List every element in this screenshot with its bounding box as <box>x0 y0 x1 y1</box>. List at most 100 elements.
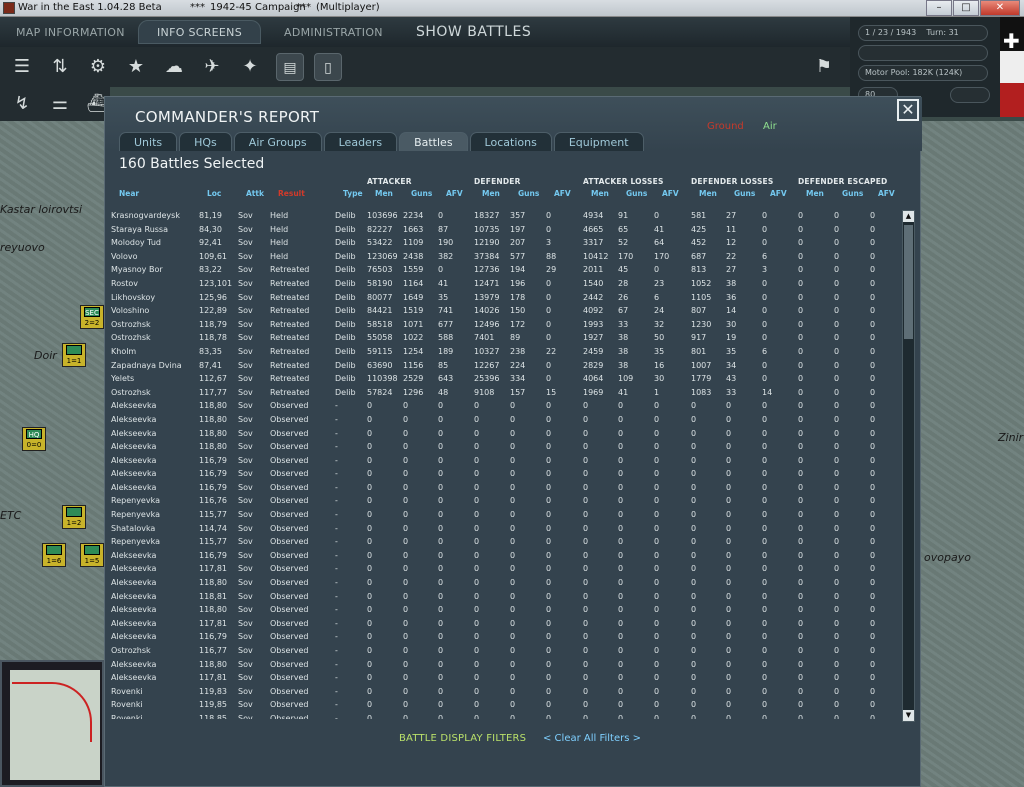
cell-near[interactable]: Ostrozhsk <box>111 388 151 397</box>
maximize-button[interactable]: □ <box>953 0 979 16</box>
column-header-loc[interactable]: Loc <box>207 189 221 198</box>
table-row[interactable]: Ostrozhsk 118,78 Sov Retreated Delib 55058 102… <box>105 331 900 345</box>
ground-toggle[interactable]: Ground <box>707 121 744 132</box>
map-unit-counter[interactable]: 1=1 <box>62 343 86 367</box>
table-row[interactable]: Myasnoy Bor 83,22 Sov Retreated Delib 76503 15… <box>105 263 900 277</box>
cell-near[interactable]: Yelets <box>111 374 134 383</box>
table-row[interactable]: Repenyevka 115,77 Sov Observed - 0 0 0 0 0 0 0 0 0 0 0 0… <box>105 508 900 522</box>
table-row[interactable]: Alekseevka 117,81 Sov Observed - 0 0 0 0 0 0 0 0 0 0 0 0… <box>105 671 900 685</box>
table-row[interactable]: Repenyevka 116,76 Sov Observed - 0 0 0 0 0 0 0 0 0 0 0 0… <box>105 494 900 508</box>
cell-near[interactable]: Rovenki <box>111 714 143 719</box>
sliders-icon[interactable]: ⇅ <box>46 53 74 81</box>
cell-near[interactable]: Alekseevka <box>111 401 156 410</box>
cell-near[interactable]: Ostrozhsk <box>111 646 151 655</box>
cell-near[interactable]: Alekseevka <box>111 442 156 451</box>
table-row[interactable]: Kholm 83,35 Sov Retreated Delib 59115 1254 189 1… <box>105 345 900 359</box>
table-row[interactable]: Repenyevka 115,77 Sov Observed - 0 0 0 0 0 0 0 0 0 0 0 0… <box>105 535 900 549</box>
table-row[interactable]: Alekseevka 116,79 Sov Observed - 0 0 0 0 0 0 0 0 0 0 0 0… <box>105 467 900 481</box>
cell-near[interactable]: Volovo <box>111 252 138 261</box>
cell-near[interactable]: Voloshino <box>111 306 149 315</box>
mini-map[interactable] <box>0 660 104 787</box>
cell-near[interactable]: Alekseevka <box>111 415 156 424</box>
table-row[interactable]: Alekseevka 118,81 Sov Observed - 0 0 0 0 0 0 0 0 0 0 0 0… <box>105 590 900 604</box>
route-icon[interactable]: ↯ <box>8 90 36 118</box>
tab-hqs[interactable]: HQs <box>179 132 232 151</box>
cell-near[interactable]: Alekseevka <box>111 551 156 560</box>
table-row[interactable]: Alekseevka 118,80 Sov Observed - 0 0 0 0 0 0 0 0 0 0 0 0… <box>105 440 900 454</box>
table-row[interactable]: Alekseevka 116,79 Sov Observed - 0 0 0 0 0 0 0 0 0 0 0 0… <box>105 630 900 644</box>
aircraft-icon[interactable]: ✈ <box>198 53 226 81</box>
table-row[interactable]: Rovenki 119,83 Sov Observed - 0 0 0 0 0 0 0 0 0 0 0 0 0 0 0 <box>105 685 900 699</box>
cell-near[interactable]: Kholm <box>111 347 136 356</box>
cell-near[interactable]: Myasnoy Bor <box>111 265 163 274</box>
cell-near[interactable]: Rostov <box>111 279 138 288</box>
map-unit-counter[interactable]: SEC 2=2 <box>80 305 104 329</box>
flag-icon[interactable]: ⚑ <box>810 53 838 81</box>
table-row[interactable]: Alekseevka 117,81 Sov Observed - 0 0 0 0 0 0 0 0 0 0 0 0… <box>105 617 900 631</box>
clear-all-filters-button[interactable]: < Clear All Filters > <box>543 733 641 744</box>
cell-near[interactable]: Alekseevka <box>111 592 156 601</box>
table-row[interactable]: Alekseevka 118,80 Sov Observed - 0 0 0 0 0 0 0 0 0 0 0 0… <box>105 399 900 413</box>
dialog-close-button[interactable]: ✕ <box>897 99 919 121</box>
column-header-guns[interactable]: Guns <box>734 189 755 198</box>
table-row[interactable]: Likhovskoy 125,96 Sov Retreated Delib 80077 16… <box>105 291 900 305</box>
cell-near[interactable]: Zapadnaya Dvina <box>111 361 182 370</box>
table-row[interactable]: Alekseevka 118,80 Sov Observed - 0 0 0 0 0 0 0 0 0 0 0 0… <box>105 603 900 617</box>
cell-near[interactable]: Krasnogvardeysk <box>111 211 180 220</box>
tab-equipment[interactable]: Equipment <box>553 132 644 151</box>
column-header-guns[interactable]: Guns <box>411 189 432 198</box>
tab-map-information[interactable]: MAP INFORMATION <box>16 26 125 39</box>
table-row[interactable]: Ostrozhsk 118,79 Sov Retreated Delib 58518 107… <box>105 318 900 332</box>
cell-near[interactable]: Alekseevka <box>111 673 156 682</box>
cell-near[interactable]: Molodoy Tud <box>111 238 161 247</box>
table-row[interactable]: Volovo 109,61 Sov Held Delib 123069 2438 382 373… <box>105 250 900 264</box>
cell-near[interactable]: Rovenki <box>111 700 143 709</box>
column-header-near[interactable]: Near <box>119 189 139 198</box>
tab-locations[interactable]: Locations <box>469 132 552 151</box>
bomb-icon[interactable]: ✦ <box>236 53 264 81</box>
cell-near[interactable]: Alekseevka <box>111 605 156 614</box>
close-window-button[interactable]: ✕ <box>980 0 1020 16</box>
cell-near[interactable]: Staraya Russa <box>111 225 168 234</box>
document-icon[interactable]: ▯ <box>314 53 342 81</box>
table-row[interactable]: Shatalovka 114,74 Sov Observed - 0 0 0 0 0 0 0 0 0 0 0 0… <box>105 522 900 536</box>
column-header-men[interactable]: Men <box>482 189 500 198</box>
cell-near[interactable]: Alekseevka <box>111 483 156 492</box>
table-scrollbar[interactable]: ▲ ▼ <box>902 210 915 722</box>
column-header-men[interactable]: Men <box>375 189 393 198</box>
map-unit-counter[interactable]: 1=2 <box>62 505 86 529</box>
report-icon[interactable]: ▤ <box>276 53 304 81</box>
tab-battles[interactable]: Battles <box>399 132 468 151</box>
show-battles-button[interactable]: SHOW BATTLES <box>416 24 531 40</box>
cell-near[interactable]: Repenyevka <box>111 496 160 505</box>
scroll-thumb[interactable] <box>904 225 913 339</box>
table-row[interactable]: Ostrozhsk 117,77 Sov Retreated Delib 57824 129… <box>105 386 900 400</box>
column-header-afv[interactable]: AFV <box>446 189 463 198</box>
cell-near[interactable]: Ostrozhsk <box>111 333 151 342</box>
table-row[interactable]: Staraya Russa 84,30 Sov Held Delib 82227 1663 8… <box>105 223 900 237</box>
table-row[interactable]: Rovenki 119,85 Sov Observed - 0 0 0 0 0 0 0 0 0 0 0 0 0 0 0 <box>105 698 900 712</box>
map-toggle[interactable] <box>950 87 990 103</box>
cell-near[interactable]: Ostrozhsk <box>111 320 151 329</box>
cell-near[interactable]: Alekseevka <box>111 564 156 573</box>
column-header-type[interactable]: Type <box>343 189 363 198</box>
table-row[interactable]: Alekseevka 116,79 Sov Observed - 0 0 0 0 0 0 0 0 0 0 0 0… <box>105 549 900 563</box>
table-row[interactable]: Alekseevka 118,80 Sov Observed - 0 0 0 0 0 0 0 0 0 0 0 0… <box>105 413 900 427</box>
column-header-afv[interactable]: AFV <box>878 189 895 198</box>
cell-near[interactable]: Repenyevka <box>111 510 160 519</box>
table-row[interactable]: Zapadnaya Dvina 87,41 Sov Retreated Delib 636… <box>105 359 900 373</box>
tab-leaders[interactable]: Leaders <box>323 132 398 151</box>
column-header-men[interactable]: Men <box>699 189 717 198</box>
cell-near[interactable]: Alekseevka <box>111 429 156 438</box>
column-header-guns[interactable]: Guns <box>842 189 863 198</box>
column-header-men[interactable]: Men <box>591 189 609 198</box>
column-header-guns[interactable]: Guns <box>626 189 647 198</box>
minimize-button[interactable]: – <box>926 0 952 16</box>
column-header-men[interactable]: Men <box>806 189 824 198</box>
table-row[interactable]: Ostrozhsk 116,77 Sov Observed - 0 0 0 0 0 0 0 0 0 0 0 0 0… <box>105 644 900 658</box>
table-row[interactable]: Alekseevka 117,81 Sov Observed - 0 0 0 0 0 0 0 0 0 0 0 0… <box>105 562 900 576</box>
cell-near[interactable]: Alekseevka <box>111 578 156 587</box>
cell-near[interactable]: Alekseevka <box>111 632 156 641</box>
cell-near[interactable]: Rovenki <box>111 687 143 696</box>
map-unit-counter[interactable]: 1=6 <box>42 543 66 567</box>
